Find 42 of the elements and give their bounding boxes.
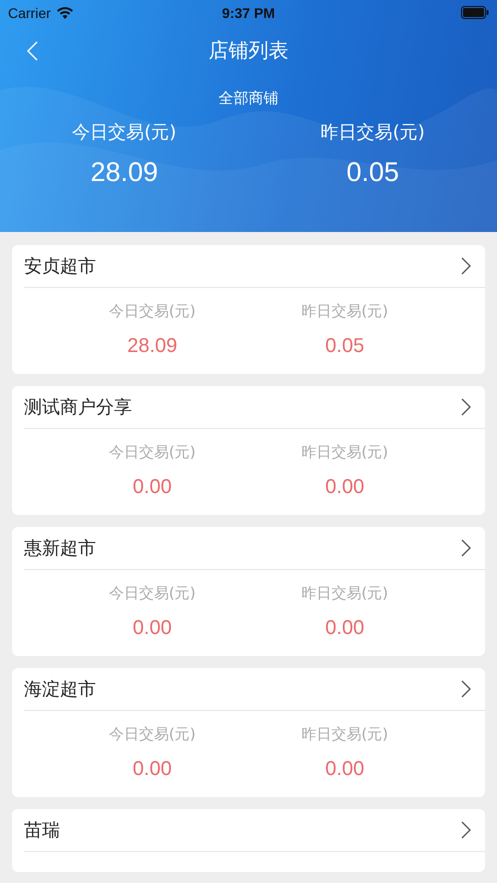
summary-label: 昨日交易(元): [320, 121, 425, 144]
stat-label: 昨日交易(元): [301, 584, 388, 603]
stat-value: 0.00: [325, 758, 364, 781]
stat-value: 0.00: [132, 617, 172, 640]
back-icon[interactable]: [26, 41, 38, 61]
shop-name: 海淀超市: [24, 678, 96, 701]
summary-title: 全部商铺: [218, 89, 278, 107]
stat-value: 0.00: [325, 476, 364, 499]
chevron-right-icon: [461, 398, 471, 416]
wifi-icon: [56, 6, 73, 18]
stat-label: 今日交易(元): [108, 725, 196, 744]
battery-icon: [461, 6, 489, 19]
stat-label: 今日交易(元): [108, 302, 196, 321]
shop-name: 苗瑞: [24, 819, 60, 842]
stat-value: 0.00: [132, 476, 172, 499]
chevron-right-icon: [461, 257, 471, 275]
shop-card[interactable]: 惠新超市 今日交易(元) 0.00 昨日交易(元) 0.00: [12, 527, 485, 656]
shop-card[interactable]: 测试商户分享 今日交易(元) 0.00 昨日交易(元) 0.00: [12, 386, 485, 515]
chevron-right-icon: [461, 539, 471, 557]
summary-value: 28.09: [90, 157, 158, 188]
stat-label: 昨日交易(元): [301, 302, 388, 321]
shop-name: 测试商户分享: [24, 396, 132, 419]
page-title: 店铺列表: [208, 36, 288, 64]
shop-card[interactable]: 海淀超市 今日交易(元) 0.00 昨日交易(元) 0.00: [12, 668, 485, 797]
shop-name: 惠新超市: [24, 537, 96, 560]
carrier-label: Carrier: [8, 4, 51, 20]
summary-label: 今日交易(元): [72, 121, 176, 144]
shop-card[interactable]: 苗瑞: [12, 809, 485, 872]
shop-card[interactable]: 安贞超市 今日交易(元) 28.09 昨日交易(元) 0.05: [12, 245, 485, 374]
stat-value: 0.00: [325, 617, 364, 640]
shop-name: 安贞超市: [24, 255, 96, 278]
status-time: 9:37 PM: [222, 4, 275, 20]
summary-value: 0.05: [346, 157, 400, 188]
chevron-right-icon: [461, 821, 471, 839]
stat-label: 今日交易(元): [108, 443, 196, 462]
stat-value: 28.09: [127, 335, 178, 358]
chevron-right-icon: [461, 680, 471, 698]
stat-label: 今日交易(元): [108, 584, 196, 603]
stat-label: 昨日交易(元): [301, 725, 388, 744]
stat-label: 昨日交易(元): [301, 443, 388, 462]
stat-value: 0.05: [325, 335, 364, 358]
stat-value: 0.00: [132, 758, 172, 781]
